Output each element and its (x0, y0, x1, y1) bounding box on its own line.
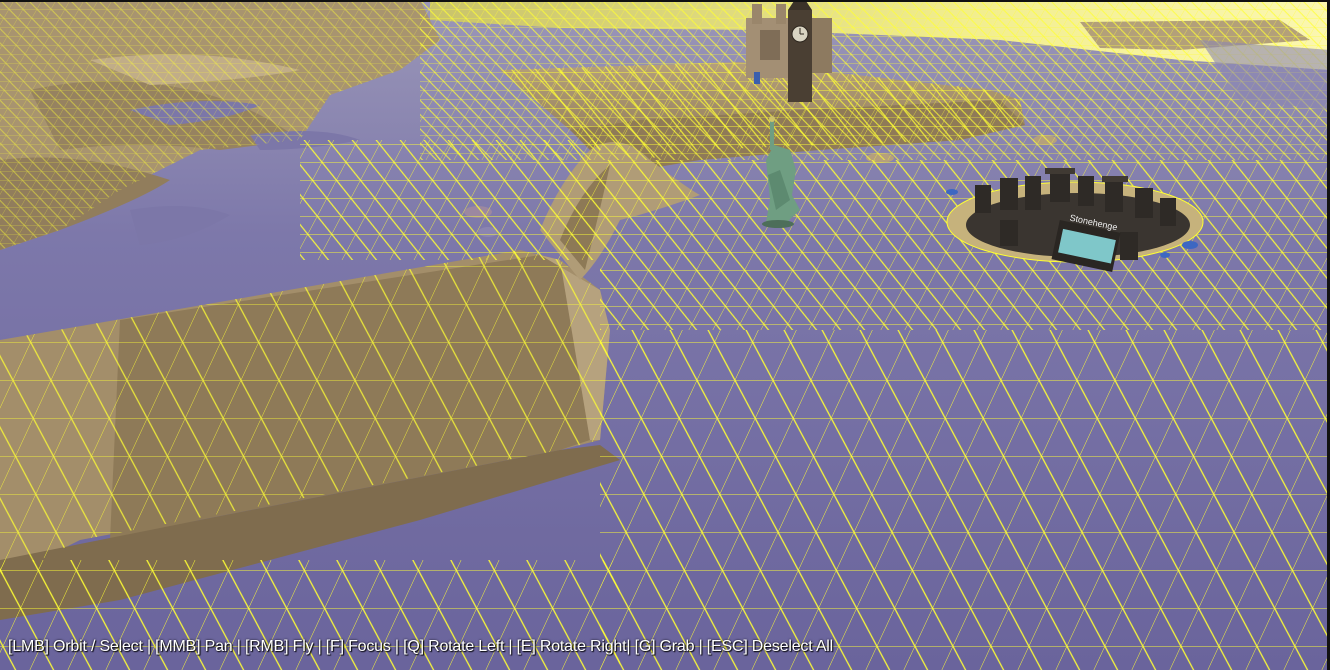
window-edge-top (0, 0, 1330, 2)
scene-canvas[interactable]: Stonehenge (0, 0, 1330, 670)
scene-viewport[interactable]: Stonehenge [LMB] Orbit / Select | [MMB] … (0, 0, 1330, 670)
controls-hint-bar: [LMB] Orbit / Select | [MMB] Pan | [RMB]… (8, 638, 834, 655)
